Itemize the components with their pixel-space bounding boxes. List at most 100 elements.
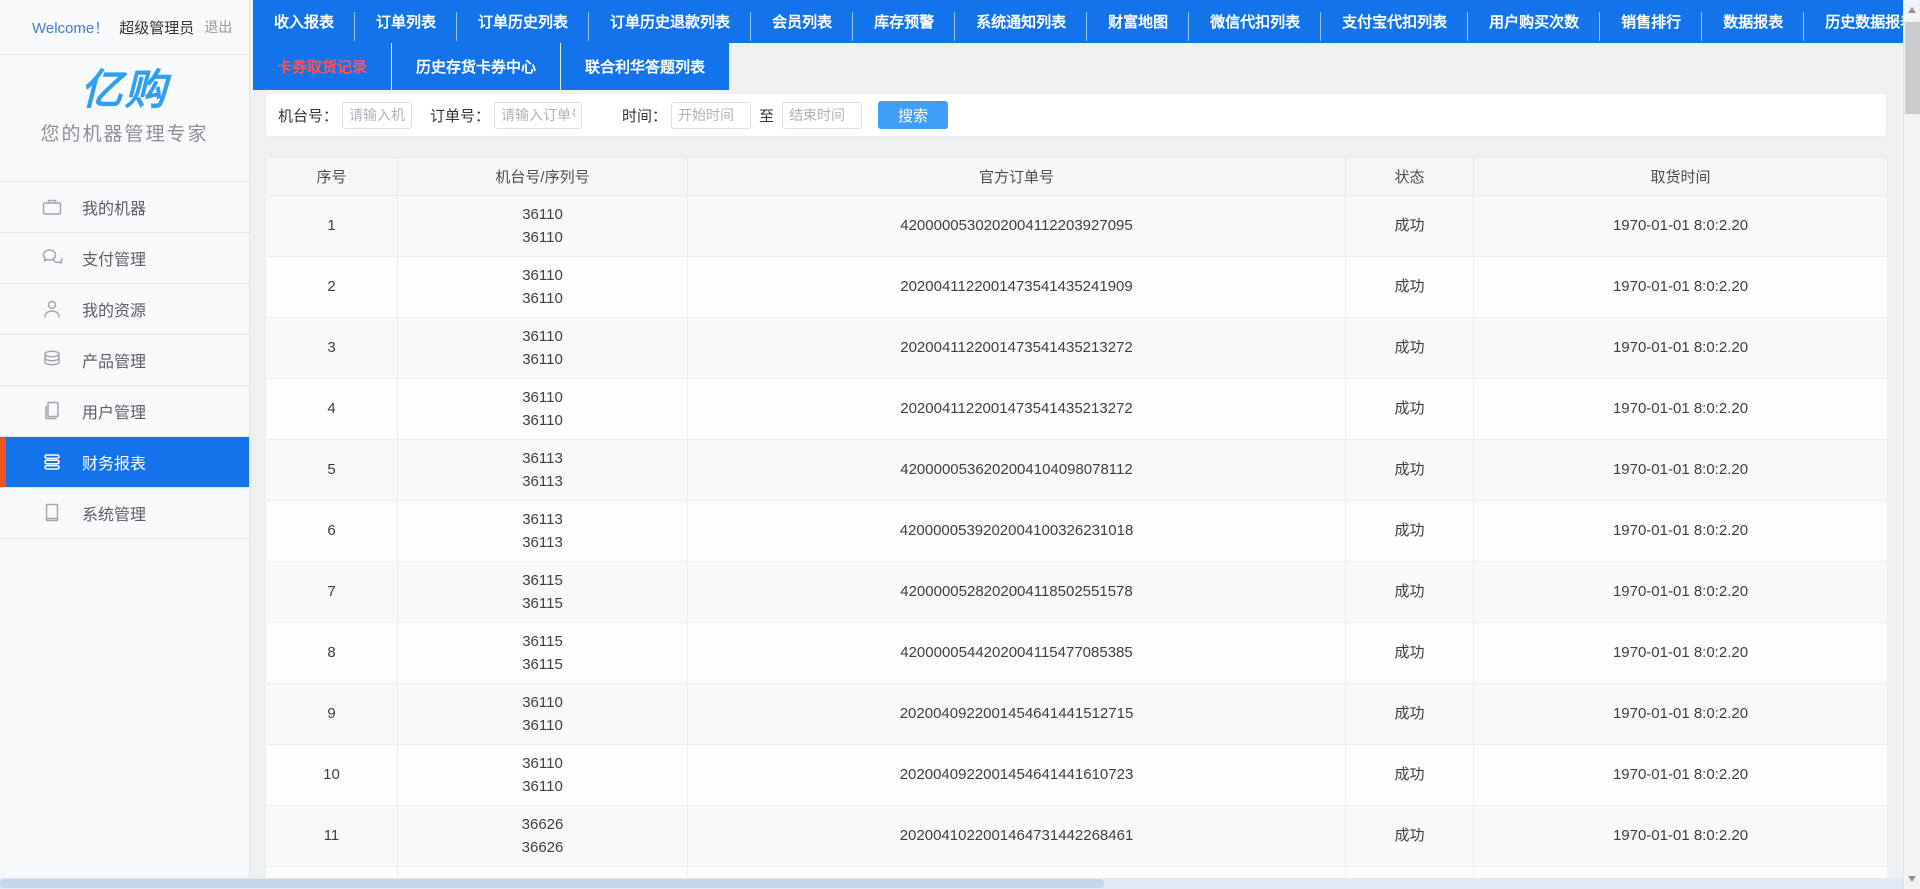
cell-time: 1970-01-01 8:0:2.20 — [1474, 257, 1888, 318]
cell-index: 7 — [266, 562, 398, 623]
cell-status: 成功 — [1346, 806, 1474, 867]
cell-time: 1970-01-01 8:0:2.20 — [1474, 196, 1888, 257]
top-nav-tab[interactable]: 财富地图 — [1087, 0, 1189, 43]
table-row: 6 36113 36113 42000005392020041003262310… — [266, 501, 1888, 562]
logo-area: 亿购 您的机器管理专家 — [0, 55, 249, 165]
sidebar-menu-item[interactable]: 支付管理 — [0, 233, 249, 284]
sidebar-menu-item[interactable]: 我的资源 — [0, 284, 249, 335]
table-row: 4 36110 36110 20200411220014735414352132… — [266, 379, 1888, 440]
sidebar-menu-item[interactable]: 用户管理 — [0, 386, 249, 437]
sub-tab[interactable]: 联合利华答题列表 — [561, 43, 730, 90]
horizontal-scrollbar-thumb[interactable] — [0, 879, 1104, 888]
brand-slogan: 您的机器管理专家 — [0, 119, 249, 146]
cell-index: 8 — [266, 623, 398, 684]
top-nav-tab[interactable]: 数据报表 — [1702, 0, 1804, 43]
cell-status: 成功 — [1346, 257, 1474, 318]
sub-tab-label: 卡券取货记录 — [277, 56, 367, 77]
logout-link[interactable]: 退出 — [204, 17, 232, 37]
menu-item-label: 我的资源 — [82, 297, 146, 321]
top-nav-bar: 收入报表 订单列表 订单历史列表 订单历史退款列表 会员列表 库存预警 系统通知… — [253, 0, 1903, 43]
sidebar-menu: 我的机器 支付管理 我的资源 产品管理 用户管理 — [0, 181, 249, 539]
top-nav-tab[interactable]: 会员列表 — [751, 0, 853, 43]
payment-icon — [40, 246, 64, 270]
top-nav-tab[interactable]: 收入报表 — [253, 0, 355, 43]
cell-time: 1970-01-01 8:0:2.20 — [1474, 440, 1888, 501]
sidebar-menu-item[interactable]: 财务报表 — [0, 437, 249, 488]
cell-order: 4200000536202004104098078112 — [688, 440, 1346, 501]
top-nav-tab[interactable]: 销售排行 — [1600, 0, 1702, 43]
cell-status: 成功 — [1346, 745, 1474, 806]
cell-status: 成功 — [1346, 318, 1474, 379]
top-nav-tab[interactable]: 支付宝代扣列表 — [1321, 0, 1468, 43]
scroll-up-arrow-icon[interactable] — [1908, 7, 1916, 13]
cell-order: 4200000530202004112203927095 — [688, 196, 1346, 257]
col-header-status: 状态 — [1346, 158, 1474, 196]
cell-time: 1970-01-01 8:0:2.20 — [1474, 318, 1888, 379]
cell-time: 1970-01-01 8:0:2.20 — [1474, 745, 1888, 806]
cell-time: 1970-01-01 8:0:2.20 — [1474, 806, 1888, 867]
sub-tab[interactable]: 卡券取货记录 — [253, 43, 392, 90]
cell-machine: 36110 36110 — [398, 684, 688, 745]
table-row: 3 36110 36110 20200411220014735414352132… — [266, 318, 1888, 379]
col-header-order: 官方订单号 — [688, 158, 1346, 196]
sub-tab[interactable]: 历史存货卡券中心 — [392, 43, 561, 90]
cell-order: 2020041122001473541435213272 — [688, 318, 1346, 379]
menu-item-label: 用户管理 — [82, 399, 146, 423]
col-header-machine: 机台号/序列号 — [398, 158, 688, 196]
records-table-panel: 序号 机台号/序列号 官方订单号 状态 取货时间 1 36110 36110 4… — [265, 157, 1887, 889]
col-header-time: 取货时间 — [1474, 158, 1888, 196]
cell-machine: 36110 36110 — [398, 196, 688, 257]
cell-index: 9 — [266, 684, 398, 745]
menu-item-label: 系统管理 — [82, 501, 146, 525]
main-area: 收入报表 订单列表 订单历史列表 订单历史退款列表 会员列表 库存预警 系统通知… — [253, 0, 1903, 889]
cell-index: 11 — [266, 806, 398, 867]
cell-machine: 36113 36113 — [398, 440, 688, 501]
cell-machine: 36110 36110 — [398, 379, 688, 440]
table-row: 7 36115 36115 42000005282020041185025515… — [266, 562, 1888, 623]
cell-status: 成功 — [1346, 562, 1474, 623]
cell-machine: 36110 36110 — [398, 318, 688, 379]
machine-no-input[interactable] — [342, 102, 412, 129]
top-nav-tab[interactable]: 库存预警 — [853, 0, 955, 43]
cell-status: 成功 — [1346, 379, 1474, 440]
order-no-input[interactable] — [494, 102, 582, 129]
top-nav-tab[interactable]: 订单列表 — [355, 0, 457, 43]
start-time-input[interactable] — [671, 102, 751, 129]
sidebar-menu-item[interactable]: 产品管理 — [0, 335, 249, 386]
scroll-down-arrow-icon[interactable] — [1908, 876, 1916, 882]
doc-icon — [40, 501, 64, 525]
vertical-scrollbar-thumb[interactable] — [1905, 22, 1920, 114]
search-button[interactable]: 搜索 — [878, 101, 948, 129]
sidebar-menu-item[interactable]: 我的机器 — [0, 182, 249, 233]
cell-status: 成功 — [1346, 684, 1474, 745]
horizontal-scrollbar[interactable] — [0, 878, 1903, 889]
table-row: 11 36626 36626 2020041022001464731442268… — [266, 806, 1888, 867]
table-row: 8 36115 36115 42000005442020041154770853… — [266, 623, 1888, 684]
end-time-input[interactable] — [782, 102, 862, 129]
cell-order: 2020041122001473541435241909 — [688, 257, 1346, 318]
sidebar: Welcome！ 超级管理员 退出 亿购 您的机器管理专家 我的机器 支付管理 … — [0, 0, 250, 889]
copy-icon — [40, 399, 64, 423]
cell-time: 1970-01-01 8:0:2.20 — [1474, 379, 1888, 440]
sub-tab-label: 联合利华答题列表 — [585, 56, 705, 77]
cell-machine: 36110 36110 — [398, 745, 688, 806]
top-nav-tab[interactable]: 订单历史退款列表 — [589, 0, 751, 43]
cell-time: 1970-01-01 8:0:2.20 — [1474, 562, 1888, 623]
top-nav-tab[interactable]: 系统通知列表 — [955, 0, 1087, 43]
cell-order: 2020041122001473541435213272 — [688, 379, 1346, 440]
table-row: 10 36110 36110 2020040922001454641441610… — [266, 745, 1888, 806]
cell-index: 1 — [266, 196, 398, 257]
menu-item-label: 支付管理 — [82, 246, 146, 270]
sidebar-menu-item[interactable]: 系统管理 — [0, 488, 249, 539]
vertical-scrollbar[interactable] — [1903, 0, 1920, 889]
sub-tab-label: 历史存货卡券中心 — [416, 56, 536, 77]
cell-order: 4200000544202004115477085385 — [688, 623, 1346, 684]
top-nav-tab[interactable]: 微信代扣列表 — [1189, 0, 1321, 43]
cell-index: 10 — [266, 745, 398, 806]
cell-status: 成功 — [1346, 501, 1474, 562]
cell-time: 1970-01-01 8:0:2.20 — [1474, 684, 1888, 745]
machine-no-label: 机台号： — [278, 105, 338, 126]
top-nav-tab[interactable]: 订单历史列表 — [457, 0, 589, 43]
top-nav-tab[interactable]: 用户购买次数 — [1468, 0, 1600, 43]
records-table: 序号 机台号/序列号 官方订单号 状态 取货时间 1 36110 36110 4… — [265, 157, 1888, 889]
